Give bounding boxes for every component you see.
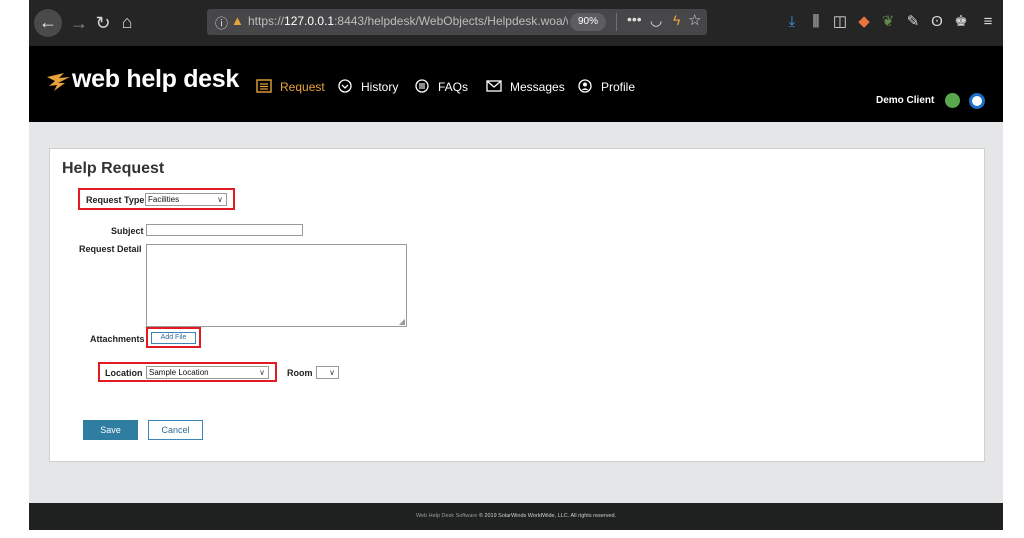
logo-bird-icon: [47, 73, 70, 91]
url-separator: [616, 13, 617, 31]
pocket-icon[interactable]: ◡: [650, 12, 662, 29]
url-bar[interactable]: ⓘ ▲ https://127.0.0.1:8443/helpdesk/WebO…: [207, 9, 707, 35]
request-type-select[interactable]: Facilities ∨: [145, 193, 227, 206]
nav-messages[interactable]: Messages: [486, 78, 565, 96]
user-name[interactable]: Demo Client: [876, 95, 934, 106]
chevron-down-icon: ∨: [329, 368, 335, 377]
location-value: Sample Location: [149, 368, 209, 377]
location-label: Location: [105, 368, 143, 378]
chevron-circle-icon: [338, 79, 352, 93]
extension-shield-icon[interactable]: ♚: [952, 12, 970, 32]
cancel-button[interactable]: Cancel: [148, 420, 203, 440]
room-select[interactable]: ∨: [316, 366, 339, 379]
subject-label: Subject: [111, 226, 144, 236]
sidebar-icon[interactable]: ◫: [831, 12, 849, 32]
library-icon[interactable]: ⫼: [807, 12, 825, 32]
zoom-level-badge[interactable]: 90%: [570, 13, 606, 31]
info-icon[interactable]: ⓘ: [215, 13, 228, 32]
user-status-icon[interactable]: [945, 93, 960, 108]
footer: Web Help Desk Software © 2019 SolarWinds…: [29, 503, 1003, 530]
user-account-icon[interactable]: [969, 93, 985, 109]
request-type-label: Request Type: [86, 195, 145, 205]
nav-profile[interactable]: Profile: [577, 78, 635, 96]
chevron-down-icon: ∨: [259, 368, 265, 377]
user-circle-icon: [578, 79, 592, 93]
reload-icon[interactable]: ↻: [94, 14, 112, 32]
nav-history-label: History: [361, 80, 399, 94]
add-file-button[interactable]: Add File: [151, 332, 196, 344]
forward-icon[interactable]: →: [70, 14, 88, 32]
nav-faqs-label: FAQs: [438, 80, 469, 94]
footer-copyright: © 2019 SolarWinds WorldWide, LLC. All ri…: [478, 513, 617, 519]
subject-input[interactable]: [146, 224, 303, 236]
toolbar-extensions: ⤓ ⫼ ◫ ◆ ❦ ✎ ʘ ♚ ≡: [783, 12, 997, 34]
nav-history[interactable]: History: [337, 78, 398, 96]
page-title: Help Request: [62, 160, 165, 177]
url-host: 127.0.0.1: [284, 14, 335, 28]
attachments-label: Attachments: [90, 334, 145, 344]
page-actions-icon[interactable]: •••: [627, 11, 642, 27]
nav-profile-label: Profile: [601, 80, 636, 94]
url-path: :8443/helpdesk/WebObjects/Helpdesk.woa/w…: [334, 14, 568, 28]
chevron-down-icon: ∨: [217, 195, 223, 204]
nav-request-label: Request: [280, 80, 325, 94]
location-select[interactable]: Sample Location ∨: [146, 366, 269, 379]
request-type-value: Facilities: [148, 195, 180, 204]
account-icon[interactable]: ʘ: [928, 12, 946, 32]
list-icon: [256, 79, 272, 93]
extension-fox-icon[interactable]: ◆: [855, 12, 873, 32]
nav-faqs[interactable]: FAQs: [414, 78, 468, 96]
url-text[interactable]: https://127.0.0.1:8443/helpdesk/WebObjec…: [248, 14, 568, 28]
resize-handle-icon[interactable]: ◢: [399, 317, 405, 326]
home-icon[interactable]: ⌂: [118, 13, 136, 31]
lightning-icon[interactable]: ϟ: [673, 12, 680, 28]
download-icon[interactable]: ⤓: [783, 12, 801, 32]
back-icon[interactable]: ←: [34, 9, 62, 37]
save-button[interactable]: Save: [83, 420, 138, 440]
nav-messages-label: Messages: [510, 80, 565, 94]
url-scheme: https://: [248, 14, 285, 28]
request-detail-label: Request Detail: [79, 244, 142, 254]
room-label: Room: [287, 368, 313, 378]
menu-icon[interactable]: ≡: [979, 12, 997, 32]
list-circle-icon: [415, 79, 429, 93]
nav-request[interactable]: Request: [256, 78, 325, 96]
footer-product: Web Help Desk Software: [415, 513, 478, 519]
insecure-lock-icon[interactable]: ▲: [231, 13, 244, 28]
logo-text: web help desk: [72, 65, 239, 93]
bookmark-star-icon[interactable]: ☆: [688, 11, 701, 29]
extension-leaf-icon[interactable]: ❦: [879, 12, 897, 32]
envelope-icon: [486, 80, 502, 92]
request-detail-textarea[interactable]: ◢: [146, 244, 407, 327]
footer-text: Web Help Desk Software © 2019 SolarWinds…: [29, 513, 1003, 519]
extension-puzzle-icon[interactable]: ✎: [904, 12, 922, 32]
